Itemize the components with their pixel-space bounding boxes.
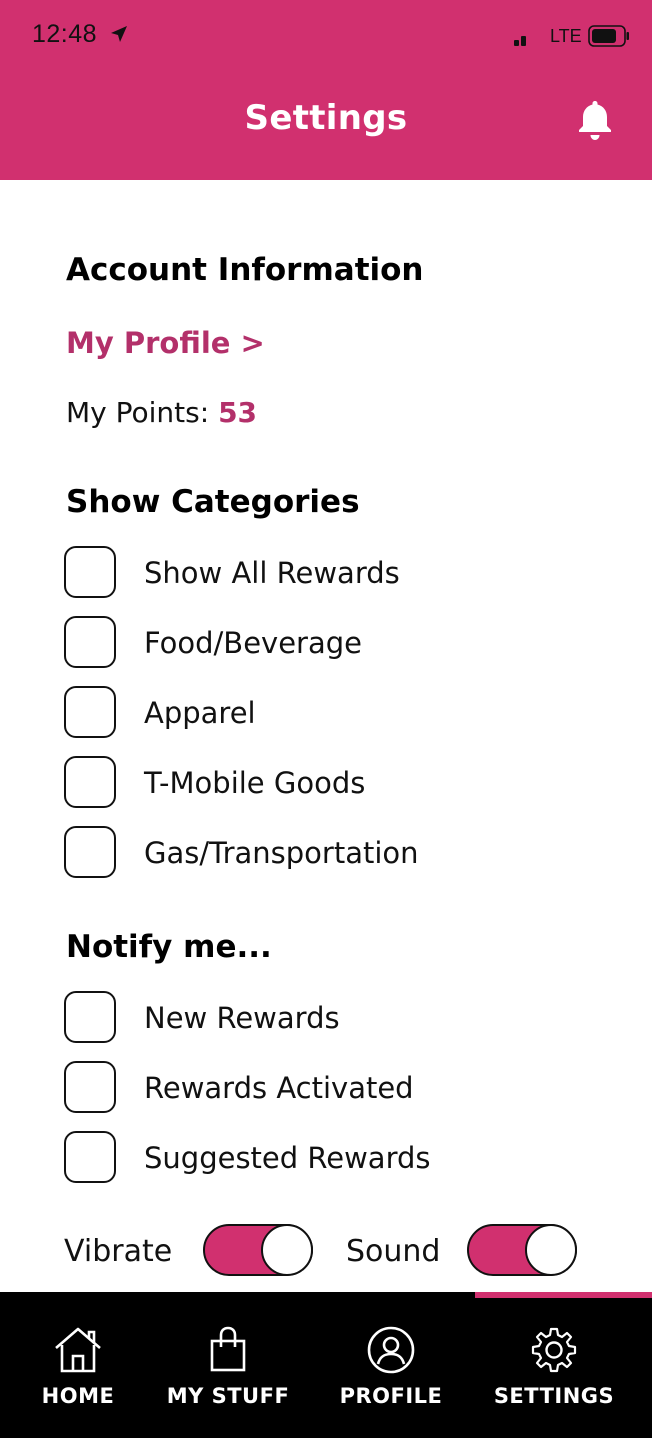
checkbox-show-all-rewards[interactable]: [64, 546, 116, 598]
checkbox-label: T-Mobile Goods: [144, 766, 366, 800]
location-arrow-icon: [111, 26, 127, 42]
bell-icon[interactable]: [576, 98, 614, 142]
app-header: 12:48 LTE Settings: [0, 0, 652, 180]
nav-label: PROFILE: [339, 1384, 443, 1408]
toggle-knob: [261, 1224, 313, 1276]
checkbox-label: Rewards Activated: [144, 1071, 414, 1105]
vibrate-toggle[interactable]: [203, 1224, 313, 1276]
checkbox-label: Food/Beverage: [144, 626, 362, 660]
shopping-bag-icon: [210, 1326, 246, 1372]
toggle-knob: [525, 1224, 577, 1276]
gear-icon: [531, 1327, 577, 1373]
vibrate-label: Vibrate: [64, 1234, 173, 1269]
sound-toggle[interactable]: [467, 1224, 577, 1276]
nav-label: MY STUFF: [166, 1384, 290, 1408]
points-label: My Points:: [66, 396, 219, 429]
notify-section-title: Notify me...: [66, 929, 272, 965]
signal-icon: [514, 36, 526, 46]
checkbox-label: Apparel: [144, 696, 256, 730]
category-row-show-all[interactable]: Show All Rewards: [64, 546, 624, 600]
my-profile-link[interactable]: My Profile >: [66, 326, 265, 360]
notify-row-new[interactable]: New Rewards: [64, 991, 624, 1045]
battery-icon: [588, 25, 629, 47]
category-row-gas[interactable]: Gas/Transportation: [64, 826, 624, 880]
checkbox-label: New Rewards: [144, 1001, 340, 1035]
nav-label: HOME: [41, 1384, 115, 1408]
checkbox-rewards-activated[interactable]: [64, 1061, 116, 1113]
notify-row-suggested[interactable]: Suggested Rewards: [64, 1131, 624, 1185]
home-icon: [55, 1327, 101, 1373]
network-type: LTE: [550, 26, 582, 46]
bottom-navigation: HOME MY STUFF PROFILE SETTINGS: [0, 1292, 652, 1438]
status-bar: 12:48 LTE: [0, 0, 652, 70]
settings-screen: 12:48 LTE Settings Account Information M…: [0, 0, 652, 1438]
nav-my-stuff[interactable]: MY STUFF: [153, 1292, 303, 1438]
sound-label: Sound: [346, 1234, 441, 1269]
checkbox-label: Show All Rewards: [144, 556, 400, 590]
status-time: 12:48: [32, 20, 98, 48]
checkbox-suggested-rewards[interactable]: [64, 1131, 116, 1183]
points-row: My Points: 53: [66, 396, 257, 429]
checkbox-gas-transportation[interactable]: [64, 826, 116, 878]
category-row-apparel[interactable]: Apparel: [64, 686, 624, 740]
category-row-food[interactable]: Food/Beverage: [64, 616, 624, 670]
checkbox-apparel[interactable]: [64, 686, 116, 738]
checkbox-new-rewards[interactable]: [64, 991, 116, 1043]
categories-section-title: Show Categories: [66, 484, 360, 520]
nav-profile[interactable]: PROFILE: [316, 1292, 466, 1438]
account-section-title: Account Information: [66, 252, 424, 288]
user-circle-icon: [367, 1326, 415, 1374]
checkbox-label: Suggested Rewards: [144, 1141, 431, 1175]
checkbox-tmobile-goods[interactable]: [64, 756, 116, 808]
page-title: Settings: [244, 98, 408, 138]
settings-content: Account Information My Profile > My Poin…: [0, 180, 652, 1292]
nav-home[interactable]: HOME: [3, 1292, 153, 1438]
points-value: 53: [218, 396, 258, 429]
notify-row-activated[interactable]: Rewards Activated: [64, 1061, 624, 1115]
checkbox-food-beverage[interactable]: [64, 616, 116, 668]
checkbox-label: Gas/Transportation: [144, 836, 419, 870]
category-row-tmobile[interactable]: T-Mobile Goods: [64, 756, 624, 810]
nav-label: SETTINGS: [493, 1384, 615, 1408]
nav-settings[interactable]: SETTINGS: [479, 1292, 629, 1438]
